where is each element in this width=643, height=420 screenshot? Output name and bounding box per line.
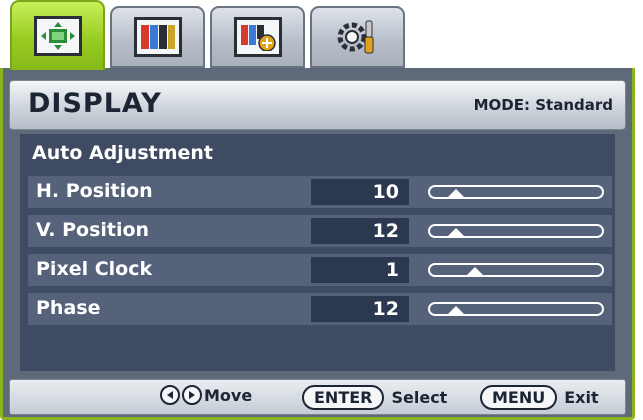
display-arrows-icon — [33, 16, 82, 56]
slider-thumb[interactable] — [447, 189, 464, 197]
page-title: DISPLAY — [28, 88, 162, 119]
h-position-slider[interactable] — [428, 185, 604, 199]
exit-hint: MENU Exit — [480, 385, 599, 410]
picture-advanced-icon — [233, 17, 282, 57]
menu-content: Auto Adjustment H. Position 10 V. Positi… — [20, 134, 615, 371]
row-value: 10 — [311, 179, 409, 205]
row-value: 12 — [311, 218, 409, 244]
exit-label: Exit — [564, 388, 599, 407]
tab-system[interactable] — [310, 6, 405, 68]
select-label: Select — [391, 388, 448, 407]
row-value: 12 — [311, 296, 409, 322]
mode-indicator: MODE: Standard — [473, 96, 613, 114]
pixel-clock-slider[interactable] — [428, 263, 604, 277]
select-hint: ENTER Select — [302, 385, 447, 410]
left-arrow-icon[interactable] — [160, 385, 180, 405]
menu-header: DISPLAY MODE: Standard — [9, 80, 626, 130]
row-label: Pixel Clock — [36, 258, 153, 280]
move-label: Move — [204, 385, 253, 405]
system-settings-icon — [334, 17, 382, 57]
menu-key[interactable]: MENU — [480, 385, 558, 410]
phase-slider[interactable] — [428, 302, 604, 316]
picture-bars-icon — [133, 17, 182, 57]
tab-display[interactable] — [10, 0, 105, 70]
key-hint-bar: Move ENTER Select MENU Exit — [9, 379, 626, 415]
row-label: H. Position — [36, 180, 153, 202]
v-position-slider[interactable] — [428, 224, 604, 238]
slider-thumb[interactable] — [447, 306, 464, 314]
auto-adjustment-item[interactable]: Auto Adjustment — [32, 142, 213, 164]
menu-row-phase[interactable]: Phase 12 — [28, 293, 612, 325]
enter-key[interactable]: ENTER — [302, 385, 385, 410]
slider-thumb[interactable] — [447, 228, 464, 236]
move-hint: Move — [160, 385, 252, 405]
tab-bar — [10, 0, 430, 70]
menu-row-pixel-clock[interactable]: Pixel Clock 1 — [28, 254, 612, 286]
tab-picture-advanced[interactable] — [210, 6, 305, 68]
menu-row-v-position[interactable]: V. Position 12 — [28, 215, 612, 247]
row-value: 1 — [311, 257, 409, 283]
slider-thumb[interactable] — [466, 267, 483, 275]
osd-panel: DISPLAY MODE: Standard Auto Adjustment H… — [0, 68, 635, 420]
right-arrow-icon[interactable] — [182, 385, 202, 405]
menu-row-h-position[interactable]: H. Position 10 — [28, 176, 612, 208]
row-label: Phase — [36, 297, 101, 319]
tab-picture[interactable] — [110, 6, 205, 68]
row-label: V. Position — [36, 219, 150, 241]
